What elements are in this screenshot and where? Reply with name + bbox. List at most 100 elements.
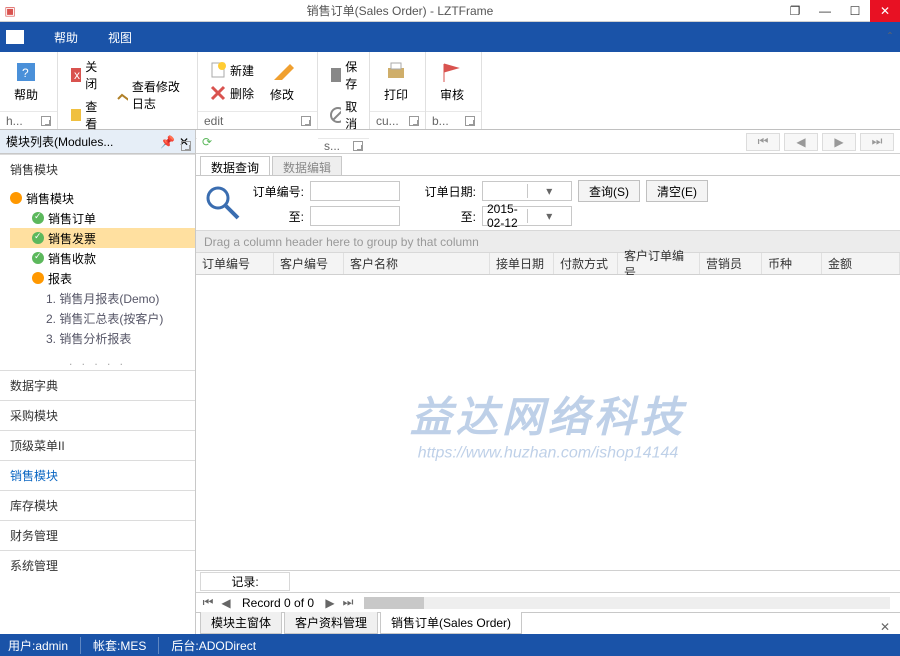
modify-button[interactable]: 修改	[264, 58, 300, 105]
label-to1: 至:	[248, 208, 304, 225]
nav-prev-icon[interactable]: ◀	[218, 595, 234, 611]
tree-report-3[interactable]: 3. 销售分析报表	[10, 328, 195, 348]
search-button[interactable]: 查询(S)	[578, 180, 640, 202]
view-log-button[interactable]: 查看修改日志	[112, 76, 189, 114]
flag-icon	[440, 60, 464, 84]
window-title: 销售订单(Sales Order) - LZTFrame	[20, 2, 780, 19]
input-orderno-from[interactable]	[310, 181, 400, 201]
save-button[interactable]: 保存	[326, 56, 366, 94]
doc-tab-main[interactable]: 模块主窗体	[200, 612, 282, 634]
nav-next[interactable]: ▶	[822, 133, 856, 151]
module-system[interactable]: 系统管理	[0, 550, 195, 580]
module-sales[interactable]: 销售模块	[0, 460, 195, 490]
clear-button[interactable]: 清空(E)	[646, 180, 708, 202]
module-purchase[interactable]: 采购模块	[0, 400, 195, 430]
nav-last[interactable]: ⏭	[860, 133, 894, 151]
close-button[interactable]: ✕	[870, 0, 900, 22]
tab-query[interactable]: 数据查询	[200, 156, 270, 175]
group-launcher-help[interactable]	[41, 116, 51, 126]
label-orderdate: 订单日期:	[406, 183, 476, 200]
audit-button[interactable]: 审核	[434, 58, 470, 105]
collapse-ribbon-icon[interactable]: ˆ	[888, 30, 892, 44]
view-button[interactable]: 查看	[66, 96, 106, 134]
tree-item-salesreceipt[interactable]: 销售收款	[10, 248, 195, 268]
chevron-down-icon[interactable]: ▾	[527, 184, 572, 198]
check-icon	[32, 252, 44, 264]
chevron-down-icon[interactable]: ▾	[527, 209, 572, 223]
col-custname[interactable]: 客户名称	[344, 253, 490, 274]
col-payment[interactable]: 付款方式	[554, 253, 618, 274]
doc-tab-customer[interactable]: 客户资料管理	[284, 612, 378, 634]
record-label: 记录:	[200, 572, 290, 591]
delete-icon	[210, 85, 226, 101]
nav-last-icon[interactable]: ⏭	[340, 595, 356, 611]
new-button[interactable]: 新建	[206, 60, 258, 81]
col-custno[interactable]: 客户编号	[274, 253, 344, 274]
module-finance[interactable]: 财务管理	[0, 520, 195, 550]
watermark: 益达网络科技 https://www.huzhan.com/ishop14144	[410, 383, 686, 462]
grid-body[interactable]: 益达网络科技 https://www.huzhan.com/ishop14144	[196, 275, 900, 570]
group-launcher-edit[interactable]	[301, 116, 311, 126]
main-panel: ⟳ ⏮ ◀ ▶ ⏭ 数据查询 数据编辑 订单编号: 订单日期: ▾ 查询(S)	[196, 130, 900, 634]
group-by-hint[interactable]: Drag a column header here to group by th…	[196, 231, 900, 253]
input-date-from[interactable]: ▾	[482, 181, 572, 201]
nav-next-icon[interactable]: ▶	[322, 595, 338, 611]
search-icon	[202, 182, 242, 225]
module-datadict[interactable]: 数据字典	[0, 370, 195, 400]
tree-header[interactable]: 销售模块	[0, 154, 195, 184]
input-date-to[interactable]: 2015-02-12▾	[482, 206, 572, 226]
status-user: 用户:admin	[8, 637, 81, 654]
label-orderno: 订单编号:	[248, 183, 304, 200]
nav-prev[interactable]: ◀	[784, 133, 818, 151]
help-button[interactable]: ? 帮助	[8, 58, 44, 105]
col-amount[interactable]: 金额	[822, 253, 900, 274]
app-menu-button[interactable]	[6, 30, 24, 44]
pin-icon[interactable]: 📌	[160, 135, 175, 149]
col-currency[interactable]: 币种	[762, 253, 822, 274]
save-icon	[330, 67, 341, 83]
col-custorderno[interactable]: 客户订单编号	[618, 253, 700, 274]
tree-report-2[interactable]: 2. 销售汇总表(按客户)	[10, 308, 195, 328]
print-icon	[384, 60, 408, 84]
refresh-icon[interactable]: ⟳	[202, 135, 212, 149]
col-recvdate[interactable]: 接单日期	[490, 253, 554, 274]
print-button[interactable]: 打印	[378, 58, 414, 105]
nav-first[interactable]: ⏮	[746, 133, 780, 151]
svg-text:?: ?	[22, 66, 29, 80]
tab-edit[interactable]: 数据编辑	[272, 156, 342, 175]
cancel-button[interactable]: 取消	[326, 96, 366, 134]
tree-item-salesinvoice[interactable]: 销售发票	[10, 228, 195, 248]
group-launcher-print[interactable]	[409, 116, 419, 126]
check-icon	[32, 212, 44, 224]
menu-help[interactable]: 帮助	[54, 29, 78, 46]
restore-down-button[interactable]: ❐	[780, 0, 810, 22]
tree-item-salesorder[interactable]: 销售订单	[10, 208, 195, 228]
group-launcher-window[interactable]	[181, 141, 191, 151]
app-icon: ▣	[0, 4, 20, 18]
new-icon	[210, 62, 226, 78]
tree-report-1[interactable]: 1. 销售月报表(Demo)	[10, 288, 195, 308]
horizontal-scrollbar[interactable]	[364, 597, 890, 609]
module-topmenu2[interactable]: 顶级菜单II	[0, 430, 195, 460]
label-to2: 至:	[406, 208, 476, 225]
minimize-button[interactable]: —	[810, 0, 840, 22]
close-window-button[interactable]: x关闭	[66, 56, 106, 94]
menu-view[interactable]: 视图	[108, 29, 132, 46]
maximize-button[interactable]: ☐	[840, 0, 870, 22]
delete-button[interactable]: 删除	[206, 83, 258, 104]
group-launcher-audit[interactable]	[465, 116, 475, 126]
doc-tab-close-icon[interactable]: ✕	[874, 620, 896, 634]
col-sales[interactable]: 营销员	[700, 253, 762, 274]
log-icon	[116, 87, 128, 103]
nav-first-icon[interactable]: ⏮	[200, 595, 216, 611]
module-inventory[interactable]: 库存模块	[0, 490, 195, 520]
module-icon	[32, 272, 44, 284]
col-orderno[interactable]: 订单编号	[196, 253, 274, 274]
tree-item-reports[interactable]: 报表	[10, 268, 195, 288]
doc-tab-salesorder[interactable]: 销售订单(Sales Order)	[380, 612, 522, 634]
record-counter: Record 0 of 0	[236, 596, 320, 610]
input-orderno-to[interactable]	[310, 206, 400, 226]
svg-text:x: x	[74, 68, 80, 82]
check-icon	[32, 232, 44, 244]
tree-root[interactable]: 销售模块	[10, 188, 195, 208]
